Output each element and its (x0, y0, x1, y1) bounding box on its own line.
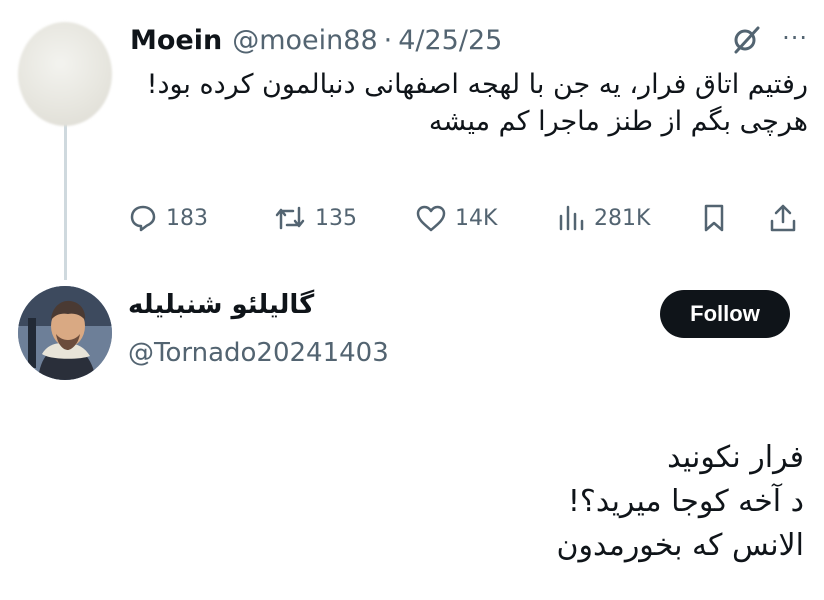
avatar[interactable] (18, 22, 112, 126)
tweet-text-line: رفتیم اتاق فرار، یه جن با لهجه اصفهانی د… (146, 69, 808, 100)
avatar-portrait (18, 286, 112, 380)
views-count: 281K (594, 205, 651, 231)
reply-button[interactable]: 183 (128, 196, 208, 240)
tweet-date[interactable]: 4/25/25 (398, 25, 502, 56)
tweet-actions: 183 135 14K 281K (128, 196, 808, 240)
reply-text: فرار نکونید د آخه کوجا میرید؟! الانس که … (304, 436, 804, 568)
more-icon[interactable]: ··· (782, 24, 808, 52)
author-handle[interactable]: @moein88 (232, 25, 377, 56)
views-icon (559, 205, 584, 231)
views-button[interactable]: 281K (556, 196, 650, 240)
separator-dot: · (383, 24, 393, 56)
retweet-button[interactable]: 135 (273, 196, 357, 240)
reply-author-handle[interactable]: @Tornado20241403 (128, 338, 389, 368)
like-icon (416, 205, 446, 232)
like-button[interactable]: 14K (415, 196, 497, 240)
grok-icon[interactable] (730, 22, 764, 56)
tweet-header: Moein @moein88 · 4/25/25 (130, 20, 804, 60)
tweet-text-line: هرچی بگم از طنز ماجرا کم میشه (428, 106, 808, 137)
thread-connector-line (64, 122, 67, 280)
reply-count: 183 (166, 205, 208, 231)
reply-text-line: الانس که بخورمدون (556, 528, 804, 563)
avatar[interactable] (18, 286, 112, 380)
share-icon (770, 204, 796, 232)
tweet-text: رفتیم اتاق فرار، یه جن با لهجه اصفهانی د… (128, 66, 808, 140)
bookmark-button[interactable] (700, 196, 736, 240)
retweet-icon (275, 206, 305, 230)
author-name[interactable]: Moein (130, 25, 222, 56)
reply-text-line: د آخه کوجا میرید؟! (567, 484, 804, 519)
reply-text-line: فرار نکونید (667, 440, 804, 475)
retweet-count: 135 (315, 205, 357, 231)
reply-author-name[interactable]: گالیلئو شنبلیله (128, 290, 328, 320)
bookmark-icon (704, 204, 724, 232)
share-button[interactable] (768, 196, 806, 240)
reply-icon (130, 205, 156, 232)
like-count: 14K (455, 205, 498, 231)
follow-button[interactable]: Follow (660, 290, 790, 338)
